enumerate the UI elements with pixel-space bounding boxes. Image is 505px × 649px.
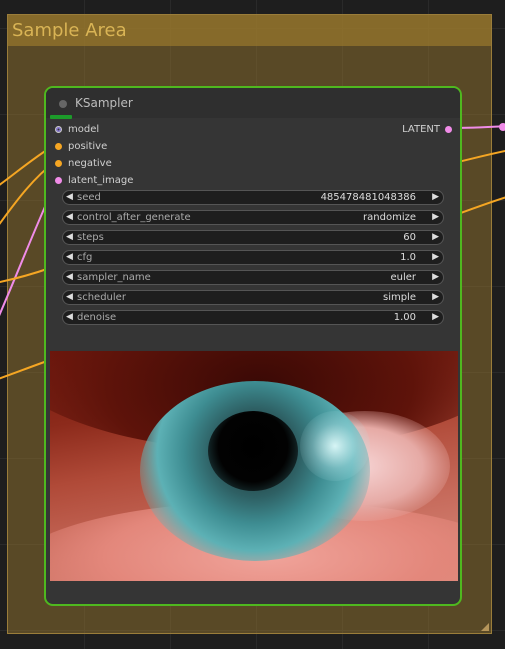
increment-arrow-icon[interactable]: ▶ [432,191,439,204]
widget-value[interactable]: 1.0 [400,251,416,264]
widget-value[interactable]: euler [390,271,416,284]
increment-arrow-icon[interactable]: ▶ [432,311,439,324]
decrement-arrow-icon[interactable]: ◀ [66,251,73,264]
output-dot-latent-icon[interactable] [445,126,452,133]
decrement-arrow-icon[interactable]: ◀ [66,211,73,224]
decrement-arrow-icon[interactable]: ◀ [66,191,73,204]
decrement-arrow-icon[interactable]: ◀ [66,231,73,244]
widget-control-after-generate[interactable]: ◀ control_after_generate randomize ▶ [62,210,444,225]
input-label-model: model [68,124,100,135]
increment-arrow-icon[interactable]: ▶ [432,291,439,304]
increment-arrow-icon[interactable]: ▶ [432,231,439,244]
decrement-arrow-icon[interactable]: ◀ [66,271,73,284]
decrement-arrow-icon[interactable]: ◀ [66,311,73,324]
widget-value[interactable]: randomize [363,211,416,224]
widget-seed[interactable]: ◀ seed 485478481048386 ▶ [62,190,444,205]
widget-name: seed [77,192,101,203]
increment-arrow-icon[interactable]: ▶ [432,211,439,224]
group-title: Sample Area [12,20,127,41]
input-label-latent-image: latent_image [68,175,134,186]
output-label-latent: LATENT [402,124,440,135]
widget-scheduler[interactable]: ◀ scheduler simple ▶ [62,290,444,305]
widget-name: steps [77,232,104,243]
node-title: KSampler [75,96,133,110]
increment-arrow-icon[interactable]: ▶ [432,251,439,264]
widget-value[interactable]: 485478481048386 [321,191,416,204]
node-collapse-dot-icon[interactable] [59,100,67,108]
widget-value[interactable]: simple [383,291,416,304]
widget-sampler-name[interactable]: ◀ sampler_name euler ▶ [62,270,444,285]
increment-arrow-icon[interactable]: ▶ [432,271,439,284]
decrement-arrow-icon[interactable]: ◀ [66,291,73,304]
widget-value[interactable]: 60 [403,231,416,244]
input-label-positive: positive [68,141,108,152]
node-header[interactable]: KSampler [46,88,460,119]
input-label-negative: negative [68,158,112,169]
input-dot-positive-icon[interactable] [55,143,62,150]
widget-name: cfg [77,252,93,263]
widget-denoise[interactable]: ◀ denoise 1.00 ▶ [62,310,444,325]
group-header[interactable]: Sample Area [8,15,491,46]
input-dot-latent-image-icon[interactable] [55,177,62,184]
image-preview[interactable] [50,351,458,581]
node-progress-bar [50,115,72,119]
widget-cfg[interactable]: ◀ cfg 1.0 ▶ [62,250,444,265]
widget-steps[interactable]: ◀ steps 60 ▶ [62,230,444,245]
ksampler-node[interactable]: KSampler model positive negative latent_… [44,86,462,606]
output-slot-latent[interactable]: LATENT [372,124,452,136]
input-dot-negative-icon[interactable] [55,160,62,167]
widget-name: control_after_generate [77,212,191,223]
widget-name: denoise [77,312,117,323]
group-resize-handle[interactable] [481,623,489,631]
widget-name: sampler_name [77,272,151,283]
input-dot-model-icon[interactable] [55,126,62,133]
widget-value[interactable]: 1.00 [394,311,416,324]
widget-name: scheduler [77,292,126,303]
